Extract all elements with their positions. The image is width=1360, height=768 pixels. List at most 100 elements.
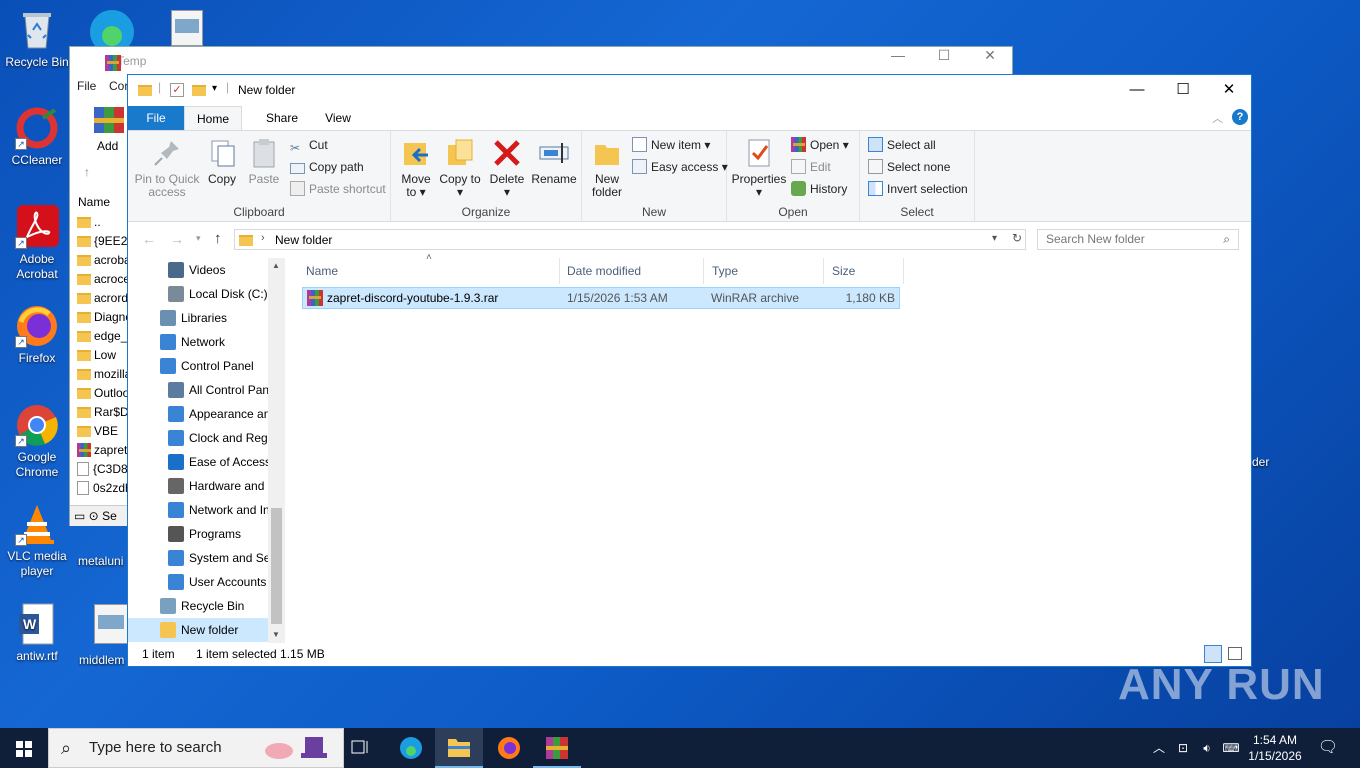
list-item[interactable]: acroba [77,251,131,270]
nav-item[interactable]: User Accounts [128,570,268,594]
desktop-icon-adobe-acrobat[interactable]: ↗ Adobe Acrobat [0,205,74,282]
forward-arrow-icon[interactable]: → [170,231,184,247]
notifications-icon[interactable]: 🗨︎ [1316,728,1340,768]
recent-locations-icon[interactable]: ▾ [196,233,201,244]
winrar-menu-commands[interactable]: Cor [109,79,128,93]
taskbar-edge[interactable] [387,728,435,768]
desktop-icon-right-partial-label[interactable]: der [1252,455,1269,469]
large-icons-view-icon[interactable] [1228,647,1242,660]
list-item[interactable]: mozilla [77,365,131,384]
nav-item[interactable]: System and Security [128,546,268,570]
list-item[interactable]: 0s2zdh [77,479,132,498]
close-button[interactable]: ✕ [1206,75,1252,105]
address-dropdown-icon[interactable]: ▾ [992,233,997,244]
nav-item[interactable]: Clock and Region [128,426,268,450]
nav-item[interactable]: Hardware and Sound [128,474,268,498]
list-item[interactable]: acrord [77,289,128,308]
new-folder-button[interactable]: New folder [586,137,628,199]
cut-button[interactable]: ✂ Cut [290,135,328,155]
show-hidden-icons-icon[interactable]: ︿ [1150,728,1168,768]
table-row[interactable]: zapret-discord-youtube-1.9.3.rar 1/15/20… [302,287,900,309]
clock[interactable]: 1:54 AM 1/15/2026 [1240,728,1310,768]
desktop-icon-middlem-label[interactable]: middlem [79,653,124,667]
desktop-icon-firefox[interactable]: ↗ Firefox [0,304,74,366]
minimize-button[interactable]: — [1114,75,1160,105]
list-item[interactable]: {9EE29 [77,232,134,251]
paste-button[interactable]: Paste [244,137,284,186]
winrar-menu-file[interactable]: File [77,79,96,93]
desktop-icon-edge-partial[interactable] [88,6,136,54]
taskbar-winrar[interactable] [533,728,581,768]
taskbar-file-explorer[interactable] [435,728,483,768]
winrar-name-header[interactable]: Name [78,195,110,209]
easy-access-button[interactable]: Easy access ▾ [632,157,728,177]
list-item[interactable]: {C3D8 [77,460,128,479]
nav-item[interactable]: Network [128,330,268,354]
scroll-up-icon[interactable]: ▲ [272,261,280,270]
nav-item[interactable]: Recycle Bin [128,594,268,618]
new-folder-quick-icon[interactable] [192,83,209,97]
tab-share[interactable]: Share [256,106,308,130]
rename-button[interactable]: Rename [531,137,577,186]
select-none-button[interactable]: Select none [868,157,950,177]
file-explorer-window[interactable]: | ✓ ▾ | New folder — ☐ ✕ File Home Share… [127,74,1252,667]
scroll-down-icon[interactable]: ▼ [272,630,280,639]
refresh-icon[interactable]: ↻ [1008,231,1026,249]
task-view-button[interactable] [336,728,384,768]
open-button[interactable]: Open ▾ [791,135,849,155]
taskbar-search-input[interactable]: ⌕ Type here to search [48,728,344,768]
desktop-icon-recycle-bin[interactable]: Recycle Bin [0,8,74,70]
start-button[interactable] [0,728,48,768]
collapse-ribbon-icon[interactable]: ︿ [1212,110,1223,126]
desktop-icon-middlem[interactable] [94,604,128,644]
nav-item[interactable]: Network and Internet [128,498,268,522]
column-header-date-modified[interactable]: Date modified [559,258,704,284]
breadcrumb-chevron-icon[interactable]: › [261,232,265,244]
properties-button[interactable]: Properties ▾ [731,137,787,199]
column-header-size[interactable]: Size [824,258,904,284]
nav-item[interactable]: Videos [128,258,268,282]
search-input[interactable]: Search New folder ⌕ [1037,229,1239,250]
list-item[interactable]: zapret [77,441,127,460]
pin-to-quick-access-button[interactable]: Pin to Quick access [134,137,200,199]
nav-item[interactable]: Appearance and Personalization [128,402,268,426]
list-item[interactable]: VBE [77,422,118,441]
tab-home[interactable]: Home [184,106,242,130]
maximize-button[interactable]: ☐ [921,47,967,75]
address-bar[interactable]: › New folder ▾ [234,229,1026,250]
network-icon[interactable]: ⊡ [1172,728,1194,768]
invert-selection-button[interactable]: Invert selection [868,179,968,199]
column-header-name[interactable]: Name [298,258,560,284]
new-item-button[interactable]: New item ▾ [632,135,710,155]
nav-item[interactable]: New folder [128,618,268,642]
breadcrumb-current[interactable]: New folder [275,233,332,247]
list-item[interactable]: Low [77,346,116,365]
maximize-button[interactable]: ☐ [1160,75,1206,105]
list-item[interactable]: Diagno [77,308,132,327]
properties-quick-icon[interactable]: ✓ [170,83,184,97]
desktop-icon-vlc[interactable]: ↗ VLC media player [0,502,74,579]
copy-path-button[interactable]: Copy path [290,157,364,177]
tab-file[interactable]: File [128,106,184,130]
nav-item[interactable]: Control Panel [128,354,268,378]
list-item[interactable]: acroce [77,270,130,289]
scrollbar-thumb[interactable] [271,508,282,624]
paste-shortcut-button[interactable]: Paste shortcut [290,179,386,199]
delete-button[interactable]: Delete ▾ [485,137,529,199]
copy-button[interactable]: Copy [202,137,242,186]
list-item[interactable]: Rar$DI [77,403,132,422]
help-icon[interactable]: ? [1232,109,1248,125]
explorer-title-bar[interactable]: | ✓ ▾ | New folder — ☐ ✕ [128,75,1251,105]
close-button[interactable]: ✕ [967,47,1013,75]
desktop-icon-antiw-rtf[interactable]: W antiw.rtf [0,602,74,664]
nav-item[interactable]: Programs [128,522,268,546]
desktop-icon-metaluni-label[interactable]: metaluni [78,554,123,568]
desktop-icon-google-chrome[interactable]: ↗ Google Chrome [0,403,74,480]
column-header-type[interactable]: Type [704,258,824,284]
back-arrow-icon[interactable]: ← [142,231,156,247]
edit-button[interactable]: Edit [791,157,831,177]
minimize-button[interactable]: — [875,47,921,75]
winrar-add-icon[interactable] [92,103,126,137]
nav-item[interactable]: Libraries [128,306,268,330]
taskbar-firefox[interactable] [485,728,533,768]
